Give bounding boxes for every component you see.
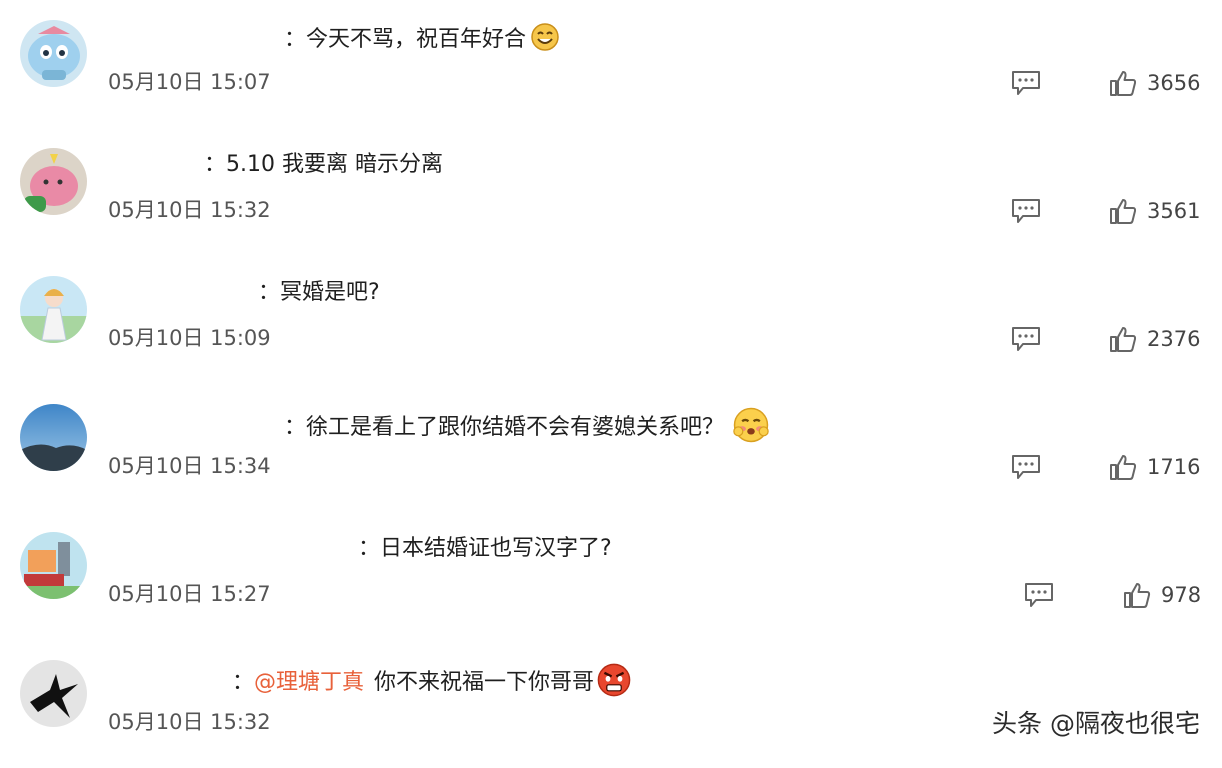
like-count: 3656 bbox=[1147, 71, 1201, 95]
comment-body: ：日本结婚证也写汉字了? bbox=[358, 536, 612, 561]
comment-body: ：5.10 我要离 暗示分离 bbox=[204, 152, 443, 177]
like-button[interactable]: 2376 bbox=[1109, 324, 1200, 354]
blush-face-icon bbox=[732, 406, 770, 444]
thumbs-up-icon bbox=[1110, 327, 1137, 352]
comment-body: 你不来祝福一下你哥哥 bbox=[374, 670, 595, 695]
comment-item: ：5.10 我要离 暗示分离 05月10日 15:32 3561 bbox=[0, 128, 1222, 256]
avatar-image bbox=[20, 532, 87, 599]
like-button[interactable]: 3561 bbox=[1109, 196, 1200, 226]
comment-item: ：徐工是看上了跟你结婚不会有婆媳关系吧？ 05月10日 15:34 1716 bbox=[0, 384, 1222, 512]
comment-time: 05月10日 15:34 bbox=[108, 454, 271, 478]
comment-time: 05月10日 15:32 bbox=[108, 710, 271, 734]
watermark-text: 头条 @隔夜也很宅 bbox=[992, 709, 1200, 738]
comment-text: ：5.10 我要离 暗示分离 bbox=[204, 150, 443, 180]
comment-icon bbox=[1012, 199, 1040, 223]
reply-button[interactable] bbox=[1011, 70, 1041, 96]
comment-time: 05月10日 15:27 bbox=[108, 582, 271, 606]
avatar-image bbox=[20, 404, 87, 471]
comment-text: ：今天不骂，祝百年好合 bbox=[284, 22, 560, 55]
like-count: 2376 bbox=[1147, 327, 1201, 351]
comment-icon bbox=[1012, 327, 1040, 351]
thumbs-up-icon bbox=[1110, 71, 1137, 96]
like-button[interactable]: 978 bbox=[1123, 580, 1201, 610]
comment-time: 05月10日 15:32 bbox=[108, 198, 271, 222]
reply-button[interactable] bbox=[1011, 454, 1041, 480]
angry-face-icon bbox=[596, 662, 632, 698]
comment-prefix: ： bbox=[232, 670, 255, 695]
comment-icon bbox=[1012, 455, 1040, 479]
thumbs-up-icon bbox=[1110, 199, 1137, 224]
comment-item: ：冥婚是吧? 05月10日 15:09 2376 bbox=[0, 256, 1222, 384]
comment-text: ：徐工是看上了跟你结婚不会有婆媳关系吧？ bbox=[284, 406, 770, 444]
avatar[interactable] bbox=[20, 276, 87, 343]
avatar[interactable] bbox=[20, 20, 87, 87]
comment-item: ：日本结婚证也写汉字了? 05月10日 15:27 978 bbox=[0, 512, 1222, 640]
comment-time: 05月10日 15:07 bbox=[108, 70, 271, 94]
avatar-image bbox=[20, 660, 87, 727]
avatar[interactable] bbox=[20, 404, 87, 471]
like-button[interactable]: 3656 bbox=[1109, 68, 1200, 98]
like-count: 1716 bbox=[1147, 455, 1201, 479]
avatar-image bbox=[20, 148, 87, 215]
comment-time: 05月10日 15:09 bbox=[108, 326, 271, 350]
comment-icon bbox=[1025, 583, 1053, 607]
avatar-image bbox=[20, 276, 87, 343]
comment-text: ：冥婚是吧? bbox=[258, 278, 380, 308]
avatar[interactable] bbox=[20, 148, 87, 215]
like-button[interactable]: 1716 bbox=[1109, 452, 1200, 482]
avatar-image bbox=[20, 20, 87, 87]
thumbs-up-icon bbox=[1124, 583, 1151, 608]
like-count: 3561 bbox=[1147, 199, 1201, 223]
reply-button[interactable] bbox=[1011, 198, 1041, 224]
comment-icon bbox=[1012, 71, 1040, 95]
like-count: 978 bbox=[1161, 583, 1202, 607]
comment-item: ：今天不骂，祝百年好合 05月10日 15:07 3656 bbox=[0, 0, 1222, 128]
comment-text: ：日本结婚证也写汉字了? bbox=[358, 534, 612, 564]
mention-link[interactable]: @理塘丁真 bbox=[254, 670, 364, 695]
comment-text: ：@理塘丁真 你不来祝福一下你哥哥 bbox=[232, 662, 632, 698]
avatar[interactable] bbox=[20, 660, 87, 727]
smile-face-icon bbox=[530, 22, 560, 52]
comment-body: ：冥婚是吧? bbox=[258, 280, 380, 305]
comment-body: ：徐工是看上了跟你结婚不会有婆媳关系吧？ bbox=[284, 415, 725, 440]
avatar[interactable] bbox=[20, 532, 87, 599]
reply-button[interactable] bbox=[1024, 582, 1054, 608]
reply-button[interactable] bbox=[1011, 326, 1041, 352]
thumbs-up-icon bbox=[1110, 455, 1137, 480]
comment-body: ：今天不骂，祝百年好合 bbox=[284, 27, 527, 52]
